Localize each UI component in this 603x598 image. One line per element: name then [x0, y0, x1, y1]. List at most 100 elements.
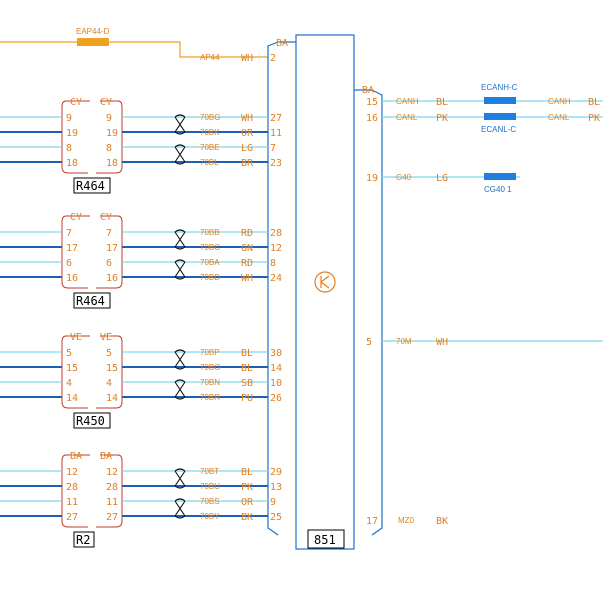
pin-left: 6 — [66, 258, 72, 269]
wire-color: WH — [436, 337, 448, 348]
unit-pin: 29 — [270, 467, 282, 478]
wire-label: CANL — [396, 113, 418, 122]
pin-left: 16 — [66, 273, 78, 284]
wire-color: LG — [436, 173, 448, 184]
wire-label: G40 — [396, 173, 412, 182]
out-wire-label: CANH — [548, 97, 571, 106]
connector-header-left: VE — [70, 332, 82, 343]
unit-pin: 19 — [366, 173, 378, 184]
wire-label: 70BY — [200, 512, 220, 521]
pin-right: 5 — [106, 348, 112, 359]
wire-label: 70BA — [200, 258, 220, 267]
wire-color: OR — [241, 497, 254, 508]
pin-left: 19 — [66, 128, 78, 139]
pin-right: 16 — [106, 273, 118, 284]
right-connector-label: BA — [362, 85, 374, 96]
unit-pin: 5 — [366, 337, 372, 348]
pin-right: 7 — [106, 228, 112, 239]
out-wire-color: PK — [588, 113, 600, 124]
unit-pin: 25 — [270, 512, 282, 523]
connector-block: BA BA R2 12 12 70BT BL 29 28 28 70BU PK 13 11 11 70BS OR… — [0, 451, 282, 548]
unit-pin: 12 — [270, 243, 282, 254]
pin-left: 11 — [66, 497, 78, 508]
left-connectors: CY CY R464 9 9 70BG WH 27 19 19 70BK OR 11 8 8 70BE LG 7 1… — [0, 97, 282, 548]
pin-left: 7 — [66, 228, 72, 239]
splice-icon — [484, 97, 516, 104]
connector-header-left: CY — [70, 97, 82, 108]
wire-label: 70BC — [200, 243, 220, 252]
wire-color: BR — [241, 158, 254, 169]
wire-color: BL — [241, 467, 253, 478]
pin-right: 27 — [106, 512, 118, 523]
connector-header-left: CY — [70, 212, 82, 223]
unit-pin: 24 — [270, 273, 282, 284]
unit-pin: 28 — [270, 228, 282, 239]
pin-left: 27 — [66, 512, 78, 523]
connector-header-right: BA — [100, 451, 112, 462]
wire-label: 70M — [396, 337, 412, 346]
wire-color: BK — [241, 512, 253, 523]
pin-right: 18 — [106, 158, 118, 169]
right-side-wires: 15 CANH BL ECANH-C CANH BL 16 CANL PK ECANL-C CANL… — [366, 83, 603, 527]
pin-left: 4 — [66, 378, 72, 389]
pin-right: 11 — [106, 497, 118, 508]
fuse-icon — [77, 38, 109, 46]
pin-right: 14 — [106, 393, 118, 404]
pin-left: 17 — [66, 243, 78, 254]
wire-label: 70BO — [200, 363, 220, 372]
unit-pin: 7 — [270, 143, 276, 154]
wire-color: BK — [436, 516, 448, 527]
unit-pin: 27 — [270, 113, 282, 124]
wire-label: MZ0 — [398, 516, 415, 525]
connector-header-right: CY — [100, 97, 112, 108]
pin-right: 17 — [106, 243, 118, 254]
connector-block: CY CY R464 9 9 70BG WH 27 19 19 70BK OR 11 8 8 70BE LG 7 1… — [0, 97, 282, 194]
splice-icon — [484, 113, 516, 120]
wire-label: 70BN — [200, 378, 220, 387]
connector-header-left: BA — [70, 451, 82, 462]
unit-pin: 23 — [270, 158, 282, 169]
pin-right: 12 — [106, 467, 118, 478]
right-wire: 15 CANH BL ECANH-C CANH BL — [366, 83, 603, 108]
splice-icon — [484, 173, 516, 180]
connector-name: R464 — [76, 294, 105, 308]
unit-pin: 11 — [270, 128, 282, 139]
pin-left: 8 — [66, 143, 72, 154]
connector-name: R450 — [76, 414, 105, 428]
main-unit: 851 BA BA — [267, 34, 383, 550]
wire-label: 70BE — [200, 143, 220, 152]
pin-right: 9 — [106, 113, 112, 124]
right-wire: 16 CANL PK ECANL-C CANL PK — [366, 113, 603, 134]
top-wire-color: WH — [241, 53, 253, 64]
splice-label: CG40 1 — [484, 185, 512, 194]
connector-block: VE VE R450 5 5 70BP BL 30 15 15 70BO BL 14 4 4 70BN SB 10… — [0, 332, 282, 429]
wire-label: 70BS — [200, 497, 220, 506]
wire-color: WH — [241, 113, 253, 124]
wiring-diagram: EAP44-D AP44 WH 2 851 BA BA CY CY R464 9 9 70… — [0, 0, 603, 598]
pin-right: 8 — [106, 143, 112, 154]
diagram-canvas: EAP44-D AP44 WH 2 851 BA BA CY CY R464 9 9 70… — [0, 27, 603, 550]
pin-left: 12 — [66, 467, 78, 478]
ground-symbol-icon — [314, 271, 336, 293]
wire-color: WH — [241, 273, 253, 284]
wire-color: SB — [241, 378, 253, 389]
unit-pin: 26 — [270, 393, 282, 404]
right-wire: 19 G40 LG CG40 1 — [366, 173, 520, 194]
wire-label: 70BR — [200, 393, 220, 402]
pin-right: 19 — [106, 128, 118, 139]
wire-label: 70BP — [200, 348, 220, 357]
right-wire: 5 70M WH — [366, 337, 603, 348]
wire-color: PK — [241, 482, 253, 493]
wire-color: BL — [436, 97, 448, 108]
connector-block: CY CY R464 7 7 70BB RD 28 17 17 70BC GN 12 6 6 70BA RD 8 1… — [0, 212, 282, 309]
unit-pin: 10 — [270, 378, 282, 389]
wire-label: 70BG — [200, 113, 220, 122]
connector-name: R2 — [76, 533, 90, 547]
top-wire: EAP44-D AP44 WH 2 — [0, 27, 276, 64]
pin-left: 14 — [66, 393, 78, 404]
unit-pin: 9 — [270, 497, 276, 508]
splice-label: ECANH-C — [481, 83, 518, 92]
out-wire-color: BL — [588, 97, 600, 108]
wire-label: 70BK — [200, 128, 220, 137]
unit-pin: 16 — [366, 113, 378, 124]
